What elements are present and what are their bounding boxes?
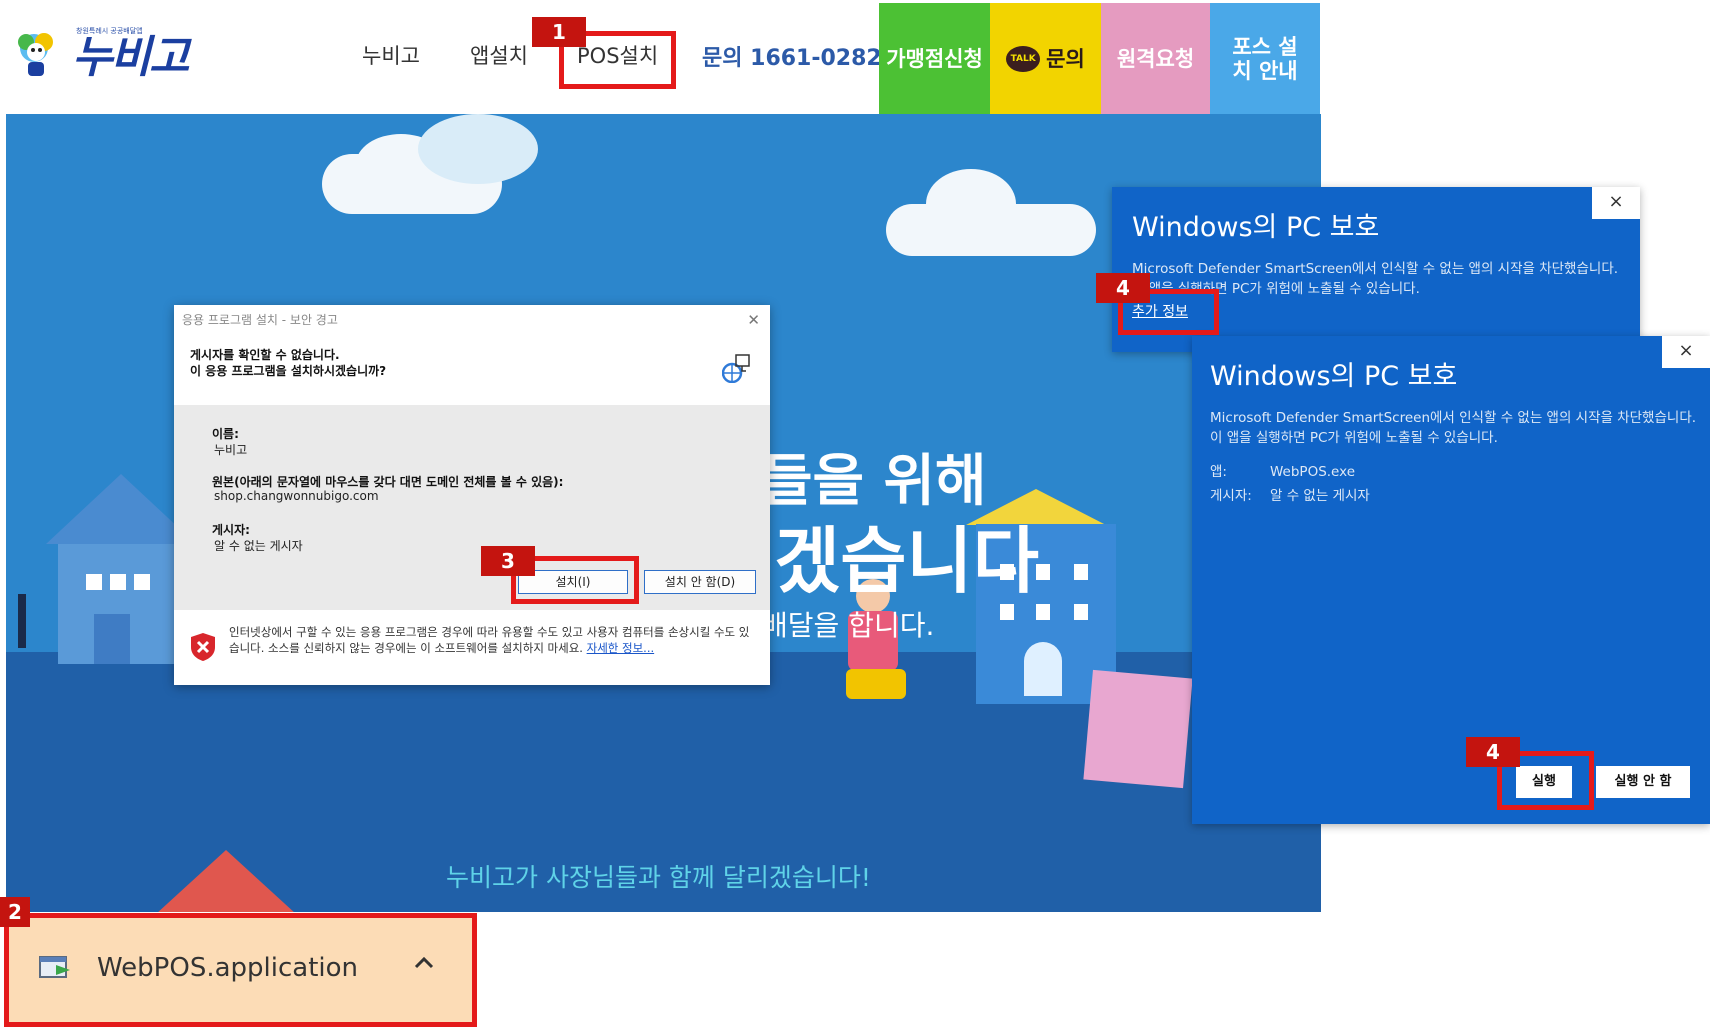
franchise-apply-label: 가맹점신청 [886, 46, 983, 71]
site-logo[interactable]: 창원특례시 공공배달앱 누비고 [14, 26, 194, 86]
smartscreen-message: Microsoft Defender SmartScreen에서 인식할 수 없… [1210, 410, 1697, 446]
pos-install-guide-label: 포스 설치 안내 [1232, 34, 1298, 83]
dialog-titlebar: 응용 프로그램 설치 - 보안 경고 ✕ [174, 305, 770, 335]
tree [18, 594, 26, 648]
pink-box [1083, 669, 1193, 789]
publisher-value: 알 수 없는 게시자 [1270, 488, 1370, 504]
cloud [926, 169, 1016, 239]
kakao-inquiry-label: 문의 [1046, 46, 1085, 71]
app-value: WebPOS.exe [1270, 464, 1356, 480]
dialog-question-line1: 게시자를 확인할 수 없습니다. [190, 348, 340, 362]
remote-request-label: 원격요청 [1116, 46, 1195, 71]
hero-bottom-slogan: 누비고가 사장님들과 함께 달리겠습니다! [446, 863, 871, 892]
window [134, 574, 150, 590]
window [1074, 564, 1088, 580]
step-2-badge: 2 [0, 897, 30, 927]
close-icon[interactable]: × [1592, 187, 1640, 219]
hero-headline-line2: 겠습니다 [774, 519, 1039, 603]
dialog-question: 게시자를 확인할 수 없습니다. 이 응용 프로그램을 설치하시겠습니까? [190, 347, 386, 379]
remote-request-button[interactable]: 원격요청 [1101, 3, 1210, 114]
more-info-link[interactable]: 자세한 정보... [587, 641, 655, 655]
kakaotalk-icon: TALK [1006, 45, 1041, 72]
step-4-badge: 4 [1096, 273, 1150, 303]
publisher-value: 알 수 없는 게시자 [214, 539, 303, 553]
cloud [418, 114, 538, 184]
name-value: 누비고 [214, 443, 248, 457]
smartscreen-dialog-expanded: × Windows의 PC 보호 Microsoft Defender Smar… [1192, 336, 1710, 824]
window [110, 574, 126, 590]
name-label: 이름: [212, 427, 239, 441]
step-1-badge: 1 [532, 17, 586, 47]
house-arched-door [1024, 642, 1062, 696]
close-icon[interactable]: × [1662, 336, 1710, 368]
publisher-label: 게시자: [212, 523, 250, 537]
hero-subline: 배달을 합니다. [762, 609, 935, 642]
dialog-close-icon[interactable]: ✕ [747, 305, 760, 335]
dialog-footer-text: 인터넷상에서 구할 수 있는 응용 프로그램은 경우에 따라 유용할 수도 있고… [229, 624, 759, 656]
dialog-footer: 인터넷상에서 구할 수 있는 응용 프로그램은 경우에 따라 유용할 수도 있고… [174, 610, 770, 685]
kakao-inquiry-button[interactable]: TALK 문의 [990, 3, 1101, 114]
step-3-badge: 3 [481, 546, 535, 576]
dont-install-button[interactable]: 설치 안 함(D) [644, 570, 756, 594]
step-4-badge: 4 [1466, 737, 1520, 767]
footer-warning-text: 인터넷상에서 구할 수 있는 응용 프로그램은 경우에 따라 유용할 수도 있고… [229, 625, 750, 655]
dialog-title: 응용 프로그램 설치 - 보안 경고 [182, 313, 338, 327]
smartscreen-title: Windows의 PC 보호 [1132, 212, 1380, 243]
logo-text: 누비고 [72, 32, 189, 83]
step-2-highlight [4, 913, 477, 1027]
globe-install-icon [722, 354, 750, 383]
pos-install-guide-button[interactable]: 포스 설치 안내 [1210, 3, 1320, 114]
house-door [94, 614, 130, 664]
window [1074, 604, 1088, 620]
source-label: 원본(아래의 문자열에 마우스를 갖다 대면 도메인 전체를 볼 수 있음): [212, 475, 564, 489]
mascot-icon [18, 33, 53, 76]
window [86, 574, 102, 590]
house-roof [156, 850, 296, 912]
publisher-label: 게시자: [1210, 488, 1252, 504]
smartscreen-title: Windows의 PC 보호 [1210, 361, 1458, 392]
nav-item-app-install[interactable]: 앱설치 [470, 40, 528, 70]
nav-phone[interactable]: 문의 1661-0282 [702, 40, 882, 72]
dialog-question-line2: 이 응용 프로그램을 설치하시겠습니까? [190, 364, 387, 378]
app-label: 앱: [1210, 464, 1227, 480]
install-security-dialog: 응용 프로그램 설치 - 보안 경고 ✕ 게시자를 확인할 수 없습니다. 이 … [174, 305, 770, 685]
nav-item-nubigo[interactable]: 누비고 [362, 40, 420, 70]
shield-error-icon [191, 633, 215, 661]
source-value[interactable]: shop.changwonnubigo.com [214, 489, 379, 503]
franchise-apply-button[interactable]: 가맹점신청 [879, 3, 990, 114]
dont-run-button[interactable]: 실행 안 함 [1596, 766, 1690, 798]
